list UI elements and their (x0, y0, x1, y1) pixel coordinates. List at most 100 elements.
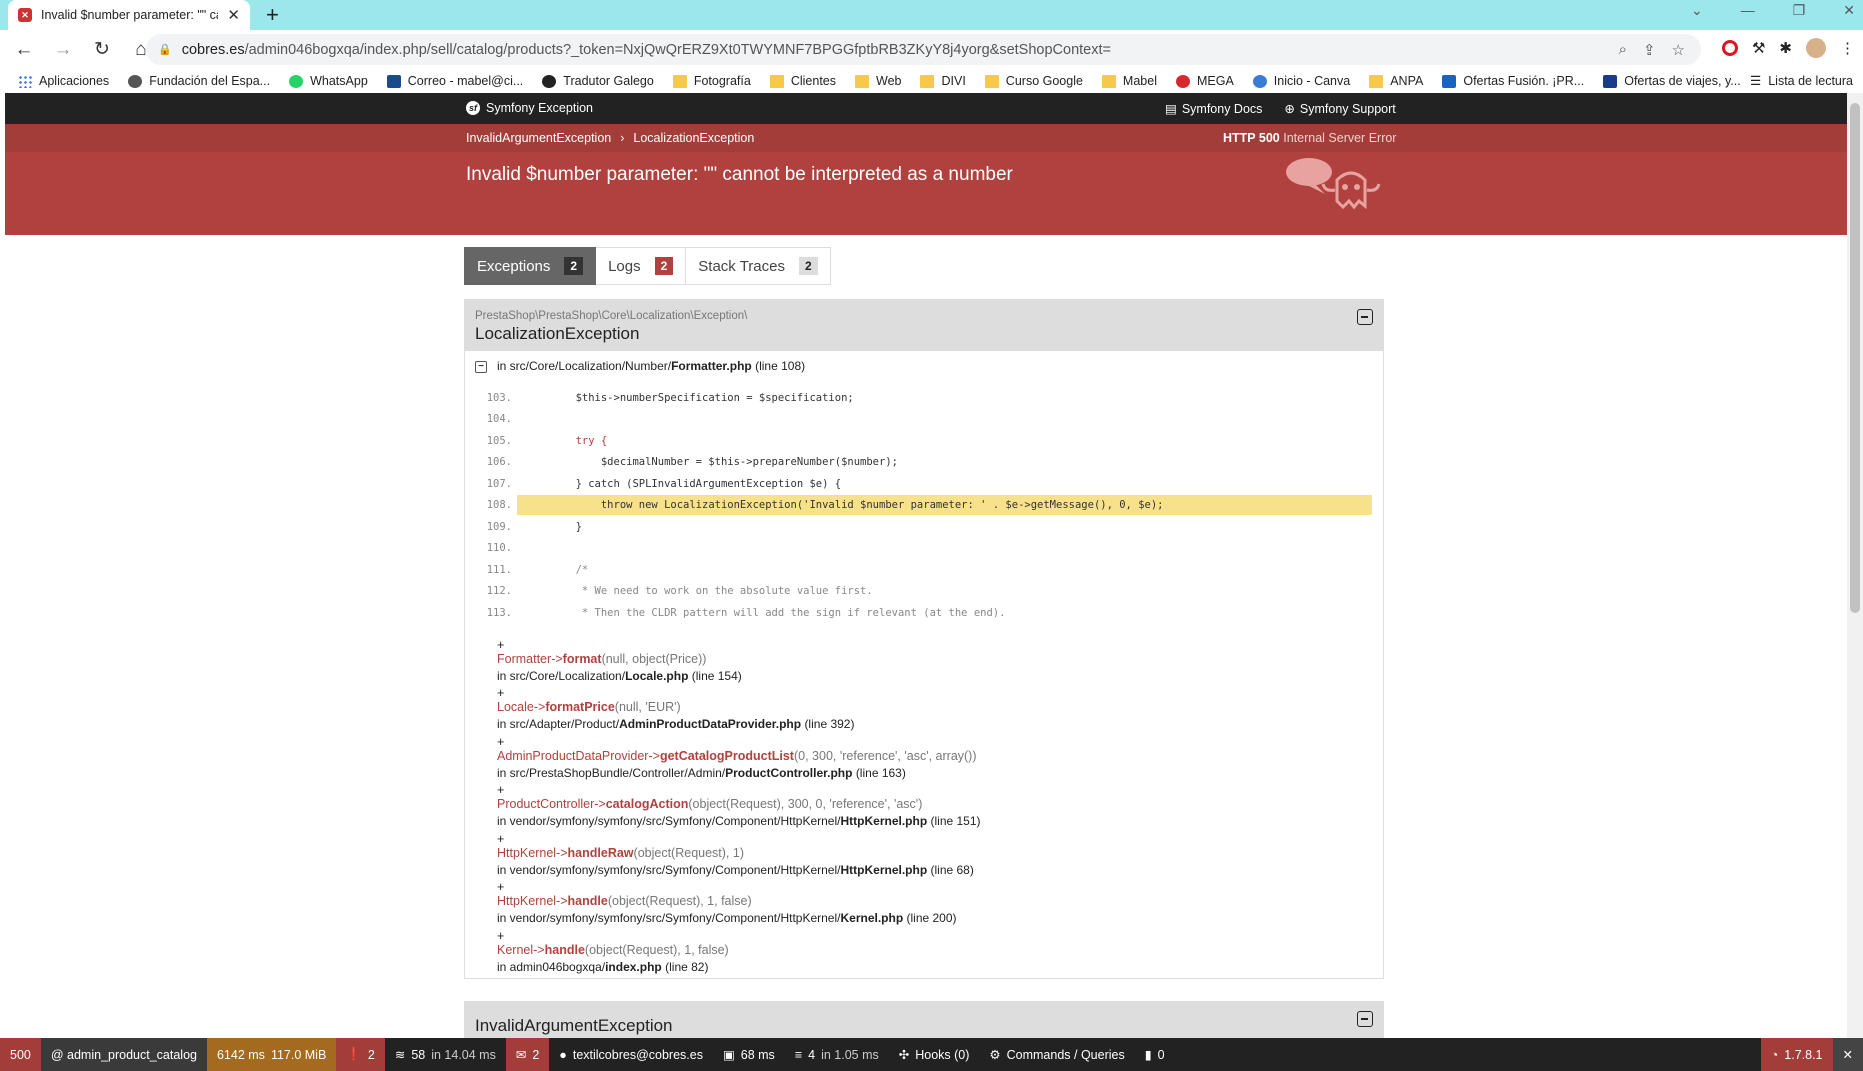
bookmark-item[interactable]: Ofertas Fusión. ¡PR... (1442, 74, 1584, 88)
version-item[interactable]: ◔ 1.7.8.1 (1760, 1038, 1833, 1071)
tab-stack-traces[interactable]: Stack Traces 2 (686, 247, 831, 285)
logs-item[interactable]: ✉ 2 (505, 1038, 550, 1071)
symfony-topbar: sf Symfony Exception ▤ Symfony Docs ⊕ Symf… (5, 93, 1847, 124)
bookmark-folder[interactable]: Clientes (769, 74, 836, 88)
puzzle-icon[interactable]: ✱ (1779, 39, 1792, 57)
trace-frame[interactable]: + Locale->formatPrice(null, 'EUR') in sr… (465, 686, 1383, 735)
tab-title: Invalid $number parameter: "" ca (41, 8, 219, 22)
bookmarks-bar: Aplicaciones Fundación del Espa... Whats… (0, 69, 1863, 93)
trace-frame[interactable]: + Formatter->format(null, object(Price))… (465, 638, 1383, 687)
bookmark-apps[interactable]: Aplicaciones (18, 74, 109, 88)
bookmark-folder[interactable]: ANPA (1369, 74, 1423, 88)
code-snippet: 103. $this->numberSpecification = $speci… (473, 387, 1383, 624)
code-line: 113. * Then the CLDR pattern will add th… (486, 606, 1006, 619)
menu-icon[interactable]: ⋮ (1840, 39, 1855, 57)
restore-icon[interactable]: ❐ (1793, 2, 1806, 19)
expand-icon[interactable]: + (497, 832, 504, 846)
trace-frame[interactable]: + Kernel->handle(object(Request), 1, fal… (465, 929, 1383, 978)
commands-item[interactable]: ⚙ Commands / Queries (979, 1038, 1134, 1071)
canva-icon (1252, 74, 1267, 88)
expand-icon[interactable]: + (497, 638, 504, 652)
collapse-icon[interactable] (1357, 309, 1373, 325)
back-icon[interactable]: ← (9, 39, 39, 61)
folder-icon (920, 74, 935, 88)
close-icon[interactable]: ✕ (227, 6, 240, 24)
queries-item[interactable]: ≋ 58 in 14.04 ms (385, 1038, 506, 1071)
count-item[interactable]: ▮ 0 (1135, 1038, 1175, 1071)
bookmark-item[interactable]: MEGA (1175, 74, 1234, 88)
reload-icon[interactable]: ↻ (87, 38, 117, 61)
hooks-item[interactable]: ✣ Hooks (0) (889, 1038, 980, 1071)
translate-icon (542, 74, 557, 88)
bookmark-item[interactable]: Fundación del Espa... (128, 74, 270, 88)
address-bar[interactable]: 🔒 cobres.es/admin046bogxqa/index.php/sel… (146, 34, 1701, 65)
close-toolbar-button[interactable]: ✕ (1832, 1038, 1863, 1071)
bookmark-item[interactable]: Ofertas de viajes, y... (1603, 74, 1741, 88)
extension-icon[interactable]: ⚒ (1752, 39, 1765, 57)
expand-icon[interactable]: + (497, 735, 504, 749)
browser-tab[interactable]: ✕ Invalid $number parameter: "" ca ✕ (8, 0, 250, 30)
bookmark-folder[interactable]: Fotografía (672, 74, 751, 88)
count-badge: 2 (564, 257, 584, 275)
star-icon[interactable]: ☆ (1672, 41, 1685, 59)
browser-toolbar: ← → ↻ ⌂ 🔒 cobres.es/admin046bogxqa/index… (0, 30, 1863, 69)
close-window-icon[interactable]: ✕ (1843, 2, 1855, 19)
expand-icon[interactable]: + (497, 880, 504, 894)
opera-icon[interactable] (1721, 40, 1738, 56)
expand-icon[interactable]: + (497, 686, 504, 700)
scrollbar-thumb[interactable] (1850, 103, 1860, 613)
user-item[interactable]: ● textilcobres@cobres.es (549, 1038, 713, 1071)
code-line: 104. (486, 413, 512, 426)
scrollbar[interactable] (1847, 93, 1863, 1038)
symfony-support-link[interactable]: ⊕ Symfony Support (1284, 101, 1395, 117)
bookmark-item[interactable]: Correo - mabel@ci... (386, 74, 523, 88)
collapse-icon[interactable] (1357, 1011, 1373, 1027)
zoom-icon[interactable]: ⌕ (1619, 41, 1627, 59)
cache-item[interactable]: ≡ 4 in 1.05 ms (785, 1038, 889, 1071)
bookmark-item[interactable]: Inicio - Canva (1252, 74, 1350, 88)
trace-frame[interactable]: + ProductController->catalogAction(objec… (465, 783, 1383, 832)
status-badge[interactable]: 500 (0, 1038, 41, 1071)
database-icon: ≋ (394, 1048, 406, 1062)
tab-search-icon[interactable]: ⌄ (1691, 2, 1703, 19)
exception-panel-2: InvalidArgumentException (464, 1001, 1384, 1038)
avatar[interactable] (1806, 38, 1826, 58)
bookmark-item[interactable]: Tradutor Galego (542, 74, 654, 88)
route-item[interactable]: @ admin_product_catalog (40, 1038, 207, 1071)
count-badge: 2 (798, 257, 818, 275)
expand-icon[interactable]: + (497, 929, 504, 943)
bookmark-folder[interactable]: Curso Google (984, 74, 1083, 88)
bookmark-item[interactable]: WhatsApp (289, 74, 368, 88)
trace-frame[interactable]: + HttpKernel->handle(object(Request), 1,… (465, 880, 1383, 929)
exception-class: LocalizationException (475, 324, 640, 343)
breadcrumb-separator: › (620, 131, 625, 145)
exception-panel: PrestaShop\PrestaShop\Core\Localization\… (464, 299, 1384, 979)
folder-icon (1369, 74, 1384, 88)
minus-icon[interactable]: − (475, 361, 487, 373)
exception-namespace: PrestaShop\PrestaShop\Core\Localization\… (475, 310, 748, 322)
new-tab-icon[interactable]: + (266, 2, 279, 28)
expand-icon[interactable]: + (497, 783, 504, 797)
forward-icon[interactable]: → (48, 39, 78, 61)
breadcrumb-item[interactable]: InvalidArgumentException (466, 131, 611, 145)
render-time-item[interactable]: ▣ 68 ms (713, 1038, 785, 1071)
tab-logs[interactable]: Logs 2 (596, 247, 687, 285)
minimize-icon[interactable]: — (1741, 2, 1755, 19)
folder-icon (984, 74, 999, 88)
trace-frame[interactable]: + AdminProductDataProvider->getCatalogPr… (465, 735, 1383, 784)
url-text[interactable]: cobres.es/admin046bogxqa/index.php/sell/… (182, 42, 1619, 58)
symfony-docs-link[interactable]: ▤ Symfony Docs (1165, 101, 1262, 117)
reading-list[interactable]: ☰ Lista de lectura (1750, 73, 1853, 89)
lock-icon[interactable]: 🔒 (158, 43, 172, 56)
tab-exceptions[interactable]: Exceptions 2 (464, 247, 597, 285)
bookmark-folder[interactable]: Web (855, 74, 901, 88)
breadcrumb-item[interactable]: LocalizationException (633, 131, 754, 145)
mail-icon (386, 74, 401, 88)
bookmark-folder[interactable]: DIVI (920, 74, 966, 88)
user-icon: ● (559, 1047, 567, 1062)
share-icon[interactable]: ⇪ (1643, 41, 1656, 59)
errors-item[interactable]: ❗ 2 (336, 1038, 385, 1071)
performance-item[interactable]: 6142 ms 117.0 MiB (206, 1038, 337, 1071)
trace-frame[interactable]: + HttpKernel->handleRaw(object(Request),… (465, 832, 1383, 881)
bookmark-folder[interactable]: Mabel (1101, 74, 1157, 88)
